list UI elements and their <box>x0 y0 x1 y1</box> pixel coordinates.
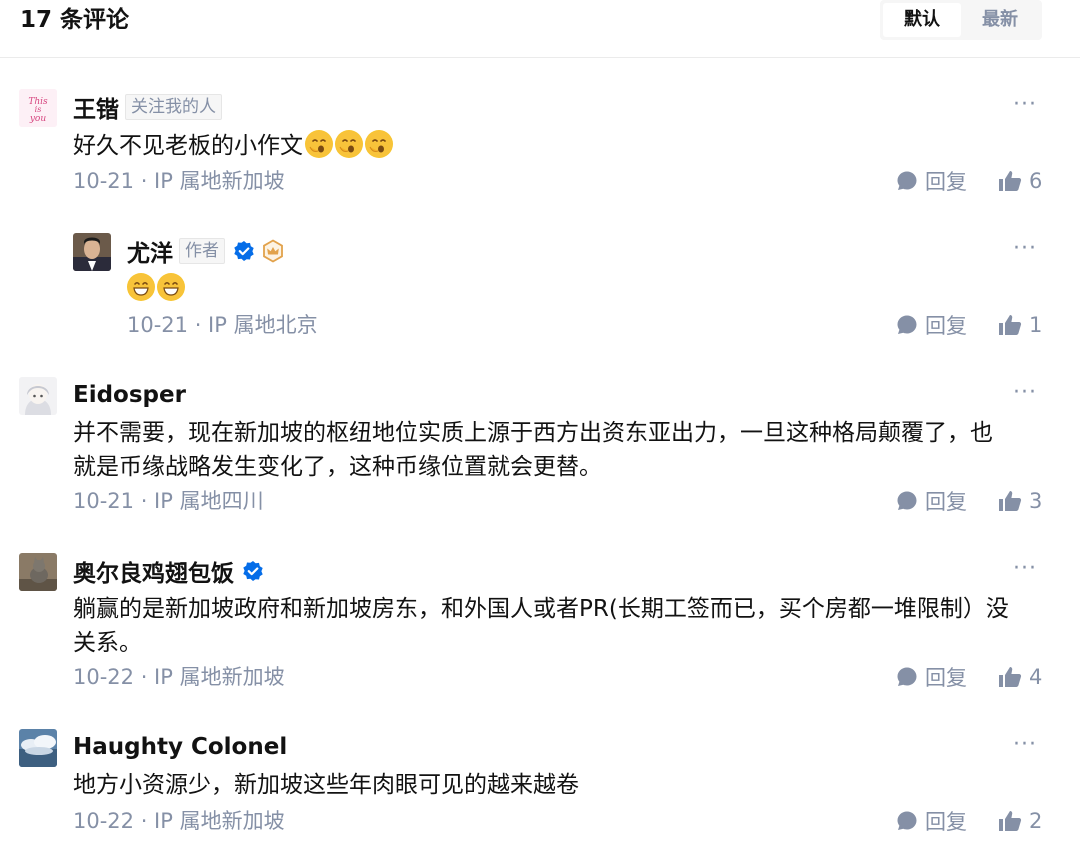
yawn-emoji <box>335 130 363 158</box>
sort-default-button[interactable]: 默认 <box>883 3 961 37</box>
comment-text: 地方小资源少，新加坡这些年肉眼可见的越来越卷 <box>73 772 579 798</box>
verified-badge-icon <box>243 561 263 581</box>
like-button[interactable]: 3 <box>998 487 1042 515</box>
comment-count-title: 17 条评论 <box>20 7 130 33</box>
reply-button[interactable]: 回复 <box>896 487 967 515</box>
more-options-icon[interactable]: ··· <box>1013 734 1039 760</box>
thumbs-up-icon <box>999 491 1022 511</box>
comment-text: 好久不见老板的小作文 <box>73 129 393 163</box>
author-name[interactable]: 王锴 <box>73 90 119 124</box>
comments-header: 17 条评论 默认 最新 <box>0 0 1080 58</box>
grin-emoji <box>157 273 185 301</box>
reply-button[interactable]: 回复 <box>896 807 967 835</box>
thumbs-up-icon <box>999 811 1022 831</box>
avatar[interactable] <box>19 729 57 767</box>
author-name[interactable]: Haughty Colonel <box>73 734 287 760</box>
like-button[interactable]: 4 <box>998 663 1042 691</box>
author-tag: 作者 <box>179 238 225 264</box>
verified-badge-icon <box>234 241 254 261</box>
comment-bubble-icon <box>897 491 917 510</box>
comment-meta: 10-22 · IP 属地新加坡 <box>73 809 285 833</box>
author-name[interactable]: 尤洋 <box>127 234 173 268</box>
yawn-emoji <box>365 130 393 158</box>
thumbs-up-icon <box>999 315 1022 335</box>
comment-meta: 10-21 · IP 属地北京 <box>127 313 318 337</box>
more-options-icon[interactable]: ··· <box>1013 94 1039 120</box>
sort-latest-button[interactable]: 最新 <box>961 3 1039 37</box>
author-name[interactable]: Eidosper <box>73 382 186 408</box>
comment-meta: 10-21 · IP 属地新加坡 <box>73 169 285 193</box>
reply-button[interactable]: 回复 <box>896 663 967 691</box>
svg-text:you: you <box>29 114 47 124</box>
comment-text: 并不需要，现在新加坡的枢纽地位实质上源于西方出资东亚出力，一旦这种格局颠覆了，也… <box>73 420 993 480</box>
more-options-icon[interactable]: ··· <box>1013 558 1039 584</box>
svg-text:is: is <box>35 105 42 114</box>
comment-bubble-icon <box>897 667 917 686</box>
thumbs-up-icon <box>999 171 1022 191</box>
comment-bubble-icon <box>897 171 917 190</box>
thumbs-up-icon <box>999 667 1022 687</box>
comment-bubble-icon <box>897 315 917 334</box>
like-button[interactable]: 2 <box>998 807 1042 835</box>
reply-button[interactable]: 回复 <box>896 311 967 339</box>
avatar[interactable] <box>19 377 57 415</box>
sort-switch: 默认 最新 <box>880 0 1042 40</box>
more-options-icon[interactable]: ··· <box>1013 382 1039 408</box>
comment-text: 躺赢的是新加坡政府和新加坡房东，和外国人或者PR(长期工签而已，买个房都一堆限制… <box>73 596 1009 656</box>
comment-text <box>127 272 185 306</box>
relation-tag: 关注我的人 <box>125 94 222 120</box>
more-options-icon[interactable]: ··· <box>1013 238 1039 264</box>
comment-meta: 10-22 · IP 属地新加坡 <box>73 665 285 689</box>
avatar[interactable] <box>73 233 111 271</box>
like-button[interactable]: 6 <box>998 167 1042 195</box>
avatar[interactable]: This is you <box>19 89 57 127</box>
author-name[interactable]: 奥尔良鸡翅包饭 <box>73 554 234 588</box>
avatar[interactable] <box>19 553 57 591</box>
reply-button[interactable]: 回复 <box>896 167 967 195</box>
crown-badge-icon <box>263 239 283 263</box>
comment-bubble-icon <box>897 811 917 830</box>
comment-meta: 10-21 · IP 属地四川 <box>73 489 264 513</box>
yawn-emoji <box>305 130 333 158</box>
like-button[interactable]: 1 <box>998 311 1042 339</box>
grin-emoji <box>127 273 155 301</box>
